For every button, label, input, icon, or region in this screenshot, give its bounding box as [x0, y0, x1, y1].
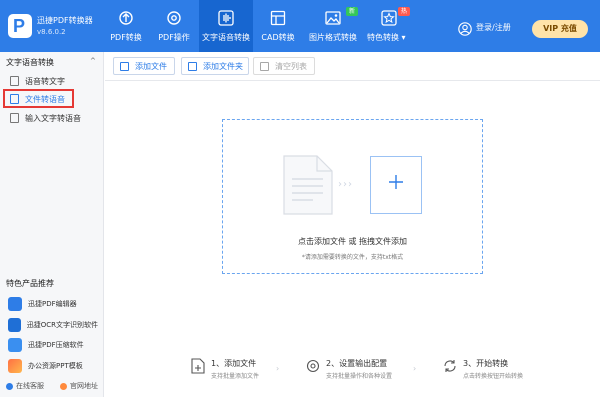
clear-list-label: 清空列表 [275, 61, 307, 71]
add-folder-label: 添加文件夹 [203, 61, 243, 71]
toolbar-divider [105, 80, 600, 81]
step-2-desc: 支持批量操作和各种设置 [326, 373, 393, 380]
arrow-chevrons: ››› [338, 179, 353, 190]
step-1-title: 1、添加文件 [211, 359, 257, 368]
vip-recharge-button[interactable]: VIP 充值 [532, 20, 588, 38]
drop-instruction: 点击添加文件 或 拖拽文件添加 [297, 237, 408, 246]
convert-step-icon [444, 360, 456, 372]
user-icon[interactable] [458, 22, 472, 36]
bottom-links: 在线客服 官网地址 [6, 381, 98, 391]
featured-ppt-templates[interactable]: 办公资源PPT模板 [6, 357, 98, 375]
nav-label: PDF操作 [158, 33, 190, 42]
ocr-icon [8, 318, 21, 332]
nav-image-convert[interactable]: 新 图片格式转换 [306, 0, 360, 52]
document-icon [283, 155, 333, 215]
gear-icon [167, 11, 181, 25]
add-file-icon [120, 61, 129, 71]
step-1-desc: 支持批量添加文件 [211, 373, 260, 380]
add-folder-icon [188, 61, 197, 71]
sidebar-item-input-text-to-speech[interactable]: 输入文字转语音 [0, 109, 103, 127]
online-support-link[interactable]: 在线客服 [6, 381, 44, 391]
highlight-box-file-to-speech [3, 89, 74, 108]
nav-special-convert[interactable]: 热 特色转换 ▾ [366, 0, 412, 52]
text-input-icon [10, 113, 19, 123]
nav-label: CAD转换 [261, 33, 295, 42]
add-folder-button[interactable]: 添加文件夹 [181, 57, 249, 75]
nav-pdf-convert[interactable]: PDF转换 [106, 0, 146, 52]
pdf-editor-icon [8, 297, 22, 311]
add-file-step-icon [191, 358, 205, 374]
new-badge: 新 [346, 7, 359, 16]
audio-wave-icon [218, 10, 234, 26]
featured-products-title: 特色产品推荐 [6, 279, 54, 288]
trash-icon [260, 61, 269, 71]
nav-pdf-operate[interactable]: PDF操作 [152, 0, 196, 52]
add-file-label: 添加文件 [135, 61, 167, 71]
step-3-title: 3、开始转换 [463, 359, 509, 368]
nav-cad-convert[interactable]: CAD转换 [258, 0, 298, 52]
featured-pdf-editor[interactable]: 迅捷PDF编辑器 [6, 295, 98, 313]
step-arrow-icon: › [413, 364, 417, 373]
hot-badge: 热 [398, 7, 411, 16]
cad-icon [270, 10, 286, 26]
step-2-title: 2、设置输出配置 [326, 359, 388, 368]
featured-label: 迅捷OCR文字识别软件 [26, 321, 98, 329]
nav-label: 特色转换 ▾ [367, 33, 406, 42]
featured-pdf-compress[interactable]: 迅捷PDF压缩软件 [6, 336, 98, 354]
settings-step-icon [306, 359, 320, 373]
speech-file-icon [10, 76, 19, 86]
headset-icon [6, 382, 13, 390]
refresh-icon [119, 11, 133, 25]
collapse-arrow-icon[interactable]: ^ [90, 57, 96, 65]
app-header: P 迅捷PDF转换器 v8.6.0.2 PDF转换 PDF操作 文字语音转换 C… [0, 0, 600, 52]
add-file-button[interactable]: 添加文件 [113, 57, 175, 75]
nav-label: PDF转换 [110, 33, 142, 42]
website-link[interactable]: 官网地址 [60, 381, 98, 391]
login-register-link[interactable]: 登录/注册 [476, 22, 511, 33]
featured-ocr[interactable]: 迅捷OCR文字识别软件 [6, 316, 98, 334]
featured-label: 办公资源PPT模板 [28, 362, 83, 370]
sidebar-section-title: 文字语音转换 [6, 58, 54, 67]
app-version: v8.6.0.2 [37, 28, 66, 36]
nav-text-speech[interactable]: 文字语音转换 [199, 0, 253, 52]
app-logo: P [8, 14, 32, 38]
sidebar-item-speech-to-text[interactable]: 语音转文字 [0, 72, 103, 90]
support-label: 在线客服 [16, 382, 44, 390]
pdf-compress-icon [8, 338, 22, 352]
nav-label: 文字语音转换 [202, 33, 250, 42]
app-name: 迅捷PDF转换器 [37, 16, 93, 25]
image-icon [325, 11, 341, 25]
add-file-box-icon[interactable] [370, 156, 422, 214]
sidebar-item-label: 语音转文字 [25, 76, 65, 86]
plus-icon [389, 175, 403, 189]
star-icon [381, 10, 397, 26]
file-drop-zone[interactable] [222, 119, 483, 274]
step-arrow-icon: › [276, 364, 280, 373]
featured-label: 迅捷PDF压缩软件 [28, 341, 84, 349]
website-label: 官网地址 [70, 382, 98, 390]
ppt-template-icon [8, 359, 22, 373]
clear-list-button[interactable]: 清空列表 [253, 57, 315, 75]
step-3-desc: 点击转换按钮开始转换 [463, 373, 524, 380]
format-hint: *请添加需要转换的文件，支持txt格式 [301, 254, 404, 261]
globe-icon [60, 382, 67, 390]
sidebar-item-label: 输入文字转语音 [25, 113, 81, 123]
featured-label: 迅捷PDF编辑器 [28, 300, 77, 308]
nav-label: 图片格式转换 [309, 33, 357, 42]
